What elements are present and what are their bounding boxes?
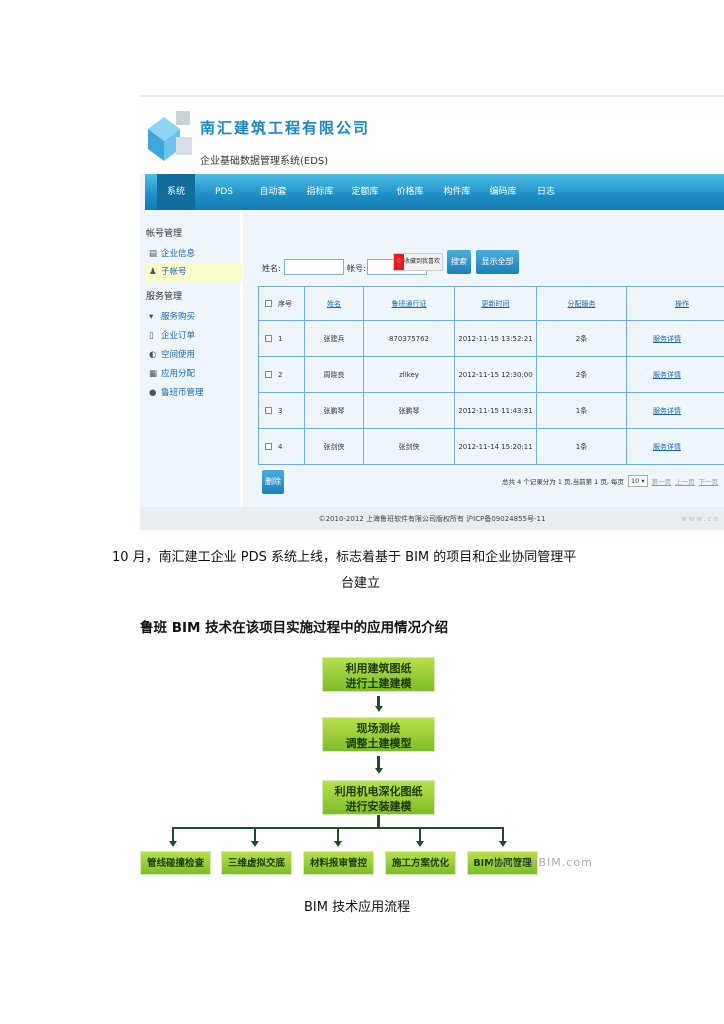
col-service[interactable]: 分配服务 <box>568 300 596 308</box>
flow-branch-3: 材料报审管控 <box>303 851 374 875</box>
flow-branch-2: 三维虚拟交底 <box>221 851 292 875</box>
company-name: 南汇建筑工程有限公司 <box>200 119 371 137</box>
sidebar-item-allocation[interactable]: ▦ 应用分配 <box>146 365 242 384</box>
nav-index[interactable]: 指标库 <box>300 174 340 210</box>
header: 南汇建筑工程有限公司 企业基础数据管理系统(EDS) <box>140 97 724 174</box>
service-detail-link[interactable]: 服务详情 <box>653 443 681 451</box>
flow-step-3: 利用机电深化图纸 进行安装建模 <box>322 780 435 815</box>
table-row: 3 张鹏琴 张鹏琴 2012-11-15 11:43:31 1条 服务详情 <box>258 392 724 429</box>
nav-pds[interactable]: PDS <box>209 174 239 210</box>
footer: ©2010-2012 上海鲁班软件有限公司版权所有 沪ICP备09024855号… <box>140 507 724 530</box>
coins-icon: ● <box>149 388 157 398</box>
arrow-down-icon <box>251 841 259 847</box>
col-action[interactable]: 操作 <box>675 300 689 308</box>
sidebar-item-orders[interactable]: ▯ 企业订单 <box>146 327 242 346</box>
first-page-link[interactable]: 第一页 <box>652 476 672 486</box>
select-all-checkbox[interactable] <box>265 300 272 307</box>
name-input[interactable] <box>284 259 344 275</box>
arrow-down-icon <box>334 841 342 847</box>
sidebar-item-purchase[interactable]: ▾ 服务购买 <box>146 308 242 327</box>
flow-branch-4: 施工方案优化 <box>385 851 456 875</box>
sidebar-item-company-info[interactable]: ▤ 企业信息 <box>146 245 242 264</box>
service-detail-link[interactable]: 服务详情 <box>653 371 681 379</box>
document-icon: ▯ <box>149 331 154 341</box>
arrow-down-icon <box>416 841 424 847</box>
grid-icon: ▦ <box>149 369 158 379</box>
cart-icon: ▾ <box>149 312 154 322</box>
flowchart-caption: BIM 技术应用流程 <box>304 900 411 915</box>
sidebar-group-account: 帐号管理 <box>146 229 183 239</box>
nav-log[interactable]: 日志 <box>531 174 561 210</box>
table-row: 4 张剑侠 张剑侠 2012-11-14 15:20:11 1条 服务详情 <box>258 428 724 465</box>
flow-branch-1: 管线碰撞检查 <box>140 851 211 875</box>
table-header: 序号 姓名 鲁班通行证 更新时间 分配服务 操作 <box>258 286 724 321</box>
arrow-down-icon <box>169 841 177 847</box>
row-checkbox[interactable] <box>265 371 272 378</box>
logo-cubes-icon <box>148 111 192 161</box>
per-page-select[interactable]: 10 ▾ <box>628 475 648 487</box>
sidebar-group-service: 服务管理 <box>146 292 183 302</box>
col-name[interactable]: 姓名 <box>327 300 341 308</box>
arrow-down-icon <box>374 768 383 774</box>
service-detail-link[interactable]: 服务详情 <box>653 407 681 415</box>
user-icon: ♟ <box>149 267 157 277</box>
section-heading: 鲁班 BIM 技术在该项目实施过程中的应用情况介绍 <box>140 620 449 636</box>
document-icon: ▤ <box>149 249 158 259</box>
next-page-link[interactable]: 下一页 <box>699 476 719 486</box>
name-label: 姓名: <box>262 264 281 273</box>
caption-line1: 10 月，南汇建工企业 PDS 系统上线，标志着基于 BIM 的项目和企业协同管… <box>112 550 577 565</box>
nav-code[interactable]: 编码库 <box>483 174 523 210</box>
col-updated[interactable]: 更新时间 <box>482 300 510 308</box>
sidebar: 帐号管理 ▤ 企业信息 ♟ 子帐号 服务管理 ▾ 服务购买 ▯ 企业订单 ◐ 空间使用 ▦… <box>140 210 243 507</box>
subaccount-table: 序号 姓名 鲁班通行证 更新时间 分配服务 操作 1 张建兵 870375762 20… <box>258 286 724 465</box>
delete-button[interactable]: 删除 <box>262 470 284 494</box>
account-label: 帐号: <box>347 264 366 273</box>
watermark: www.cn <box>680 515 720 523</box>
nav-auto[interactable]: 自动套 <box>253 174 293 210</box>
nav-component[interactable]: 构件库 <box>437 174 477 210</box>
nav-quota[interactable]: 定额库 <box>345 174 385 210</box>
row-checkbox[interactable] <box>265 407 272 414</box>
table-row: 2 周晓良 zllkey 2012-11-15 12:30:00 2条 服务详情 <box>258 356 724 393</box>
pagination: 总共 4 个记录分为 1 页,当前第 1 页, 每页 10 ▾ 第一页 上一页 … <box>502 475 719 487</box>
col-passport[interactable]: 鲁班通行证 <box>392 300 427 308</box>
flow-step-2: 现场测绘 调整土建模型 <box>322 717 435 752</box>
caption-line2: 台建立 <box>341 576 381 591</box>
table-row: 1 张建兵 870375762 2012-11-15 13:52:21 2条 服务详情 <box>258 320 724 357</box>
nav-price[interactable]: 价格库 <box>390 174 430 210</box>
prev-page-link[interactable]: 上一页 <box>675 476 695 486</box>
sidebar-item-space[interactable]: ◐ 空间使用 <box>146 346 242 365</box>
search-button[interactable]: 搜索 <box>447 250 471 274</box>
favorite-popup[interactable]: ♡ 收藏到我喜欢 <box>393 253 443 271</box>
arrow-down-icon <box>374 706 383 712</box>
sidebar-item-subaccount[interactable]: ♟ 子帐号 <box>146 263 242 282</box>
watermark: www.cnBIM.com <box>490 856 593 869</box>
show-all-button[interactable]: 显示全部 <box>476 250 519 274</box>
pds-system-screenshot: 南汇建筑工程有限公司 企业基础数据管理系统(EDS) 系统 PDS 自动套 指标… <box>140 95 724 530</box>
sidebar-item-coins[interactable]: ● 鲁班币管理 <box>146 384 242 403</box>
system-name: 企业基础数据管理系统(EDS) <box>200 156 329 167</box>
flow-step-1: 利用建筑图纸 进行土建建模 <box>322 657 435 692</box>
arrow-down-icon <box>499 841 507 847</box>
heart-icon: ♡ <box>394 254 404 270</box>
row-checkbox[interactable] <box>265 335 272 342</box>
main-nav: 系统 PDS 自动套 指标库 定额库 价格库 构件库 编码库 日志 <box>145 174 724 210</box>
pie-icon: ◐ <box>149 350 157 360</box>
service-detail-link[interactable]: 服务详情 <box>653 335 681 343</box>
nav-system[interactable]: 系统 <box>157 174 195 210</box>
row-checkbox[interactable] <box>265 443 272 450</box>
